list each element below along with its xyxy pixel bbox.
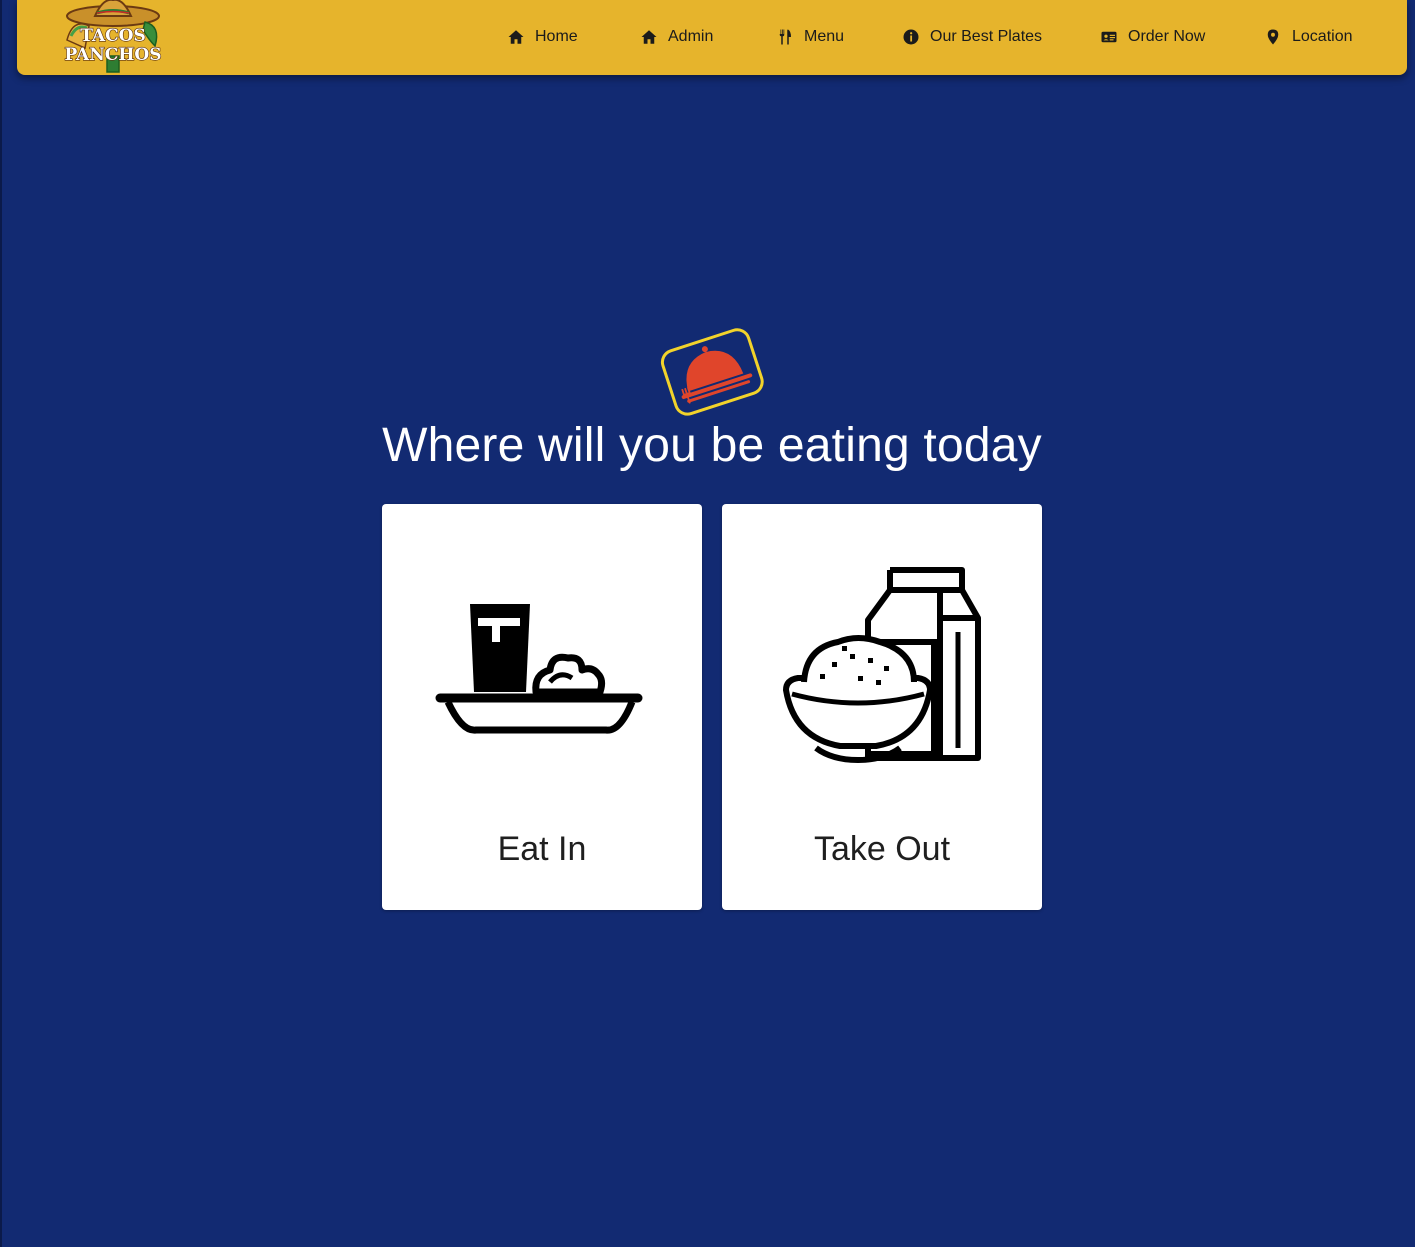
take-out-card[interactable]: Take Out — [722, 504, 1042, 910]
id-card-icon — [1101, 31, 1117, 43]
tacos-panchos-logo[interactable]: TACOS PANCHOS — [63, 0, 163, 74]
page-background: TACOS PANCHOS Home Admin Menu Our Best P… — [0, 0, 1415, 1247]
nav-label-menu: Menu — [804, 28, 845, 45]
info-icon — [903, 29, 919, 45]
nav-label-location: Location — [1292, 28, 1353, 45]
nav-label-order-now: Order Now — [1128, 28, 1206, 45]
map-pin-icon — [1267, 29, 1279, 45]
card-icon-eat-in — [432, 562, 652, 772]
nav-label-best-plates: Our Best Plates — [930, 28, 1043, 45]
nav-item-order-now[interactable]: Order Now — [1100, 24, 1205, 50]
utensils-icon — [779, 29, 791, 45]
card-icon-take-out — [772, 562, 992, 772]
nav-item-home[interactable]: Home — [507, 24, 578, 50]
logo-line1: TACOS — [80, 26, 146, 46]
page-headline: Where will you be eating today — [382, 419, 1042, 472]
eat-in-label: Eat In — [497, 830, 587, 868]
cloche-icon — [660, 328, 764, 416]
top-navbar: TACOS PANCHOS Home Admin Menu Our Best P… — [17, 0, 1407, 75]
home-icon — [641, 30, 657, 44]
nav-item-best-plates[interactable]: Our Best Plates — [902, 24, 1042, 50]
home-icon — [508, 30, 524, 44]
take-out-label: Take Out — [813, 830, 951, 868]
cloche-badge — [657, 321, 767, 421]
nav-item-menu[interactable]: Menu — [776, 24, 844, 50]
tray-meal-icon — [435, 604, 643, 734]
logo-line2: PANCHOS — [65, 45, 162, 65]
takeout-bowl-carton-icon — [783, 567, 981, 764]
eat-in-card[interactable]: Eat In — [382, 504, 702, 910]
nav-label-home: Home — [535, 28, 578, 45]
nav-item-admin[interactable]: Admin — [640, 24, 713, 50]
nav-label-admin: Admin — [668, 28, 714, 45]
nav-item-location[interactable]: Location — [1264, 24, 1353, 50]
